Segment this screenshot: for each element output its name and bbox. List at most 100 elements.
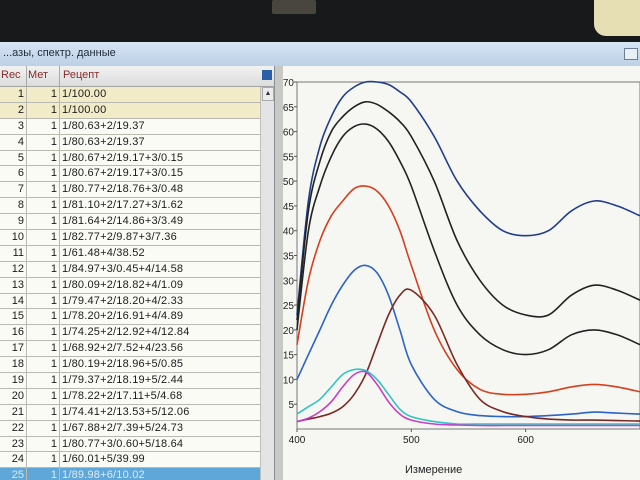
grid-rows: 1 1 1/100.00 2 1 1/100.00 3 1 1/80.63+2/19.37 4 1 1…: [0, 87, 260, 480]
cell-recipe: 1/61.48+4/38.52: [62, 246, 145, 259]
spectrum-chart: 5 10 15 20 25 30 35 40 45 50 55 60 65 70 400 500 600 Изм…: [283, 66, 640, 480]
cell-rec: 11: [12, 246, 24, 259]
cell-recipe: 1/79.37+2/18.19+5/2.44: [62, 374, 184, 387]
y-tick-label: 50: [283, 177, 294, 188]
y-tick-label: 60: [283, 128, 294, 139]
cell-rec: 24: [11, 453, 24, 466]
table-row[interactable]: 14 1 1/79.47+2/18.20+4/2.33: [0, 293, 260, 310]
grid-scrollbar[interactable]: ▲: [260, 87, 274, 480]
table-row[interactable]: 2 1 1/100.00: [0, 102, 260, 119]
cell-met: 1: [50, 389, 57, 402]
cell-rec: 6: [17, 167, 24, 180]
cell-recipe: 1/89.98+6/10.02: [62, 469, 145, 480]
table-row[interactable]: 15 1 1/78.20+2/16.91+4/4.89: [0, 309, 260, 326]
window-title: ...азы, спектр. данные: [3, 47, 116, 59]
table-row[interactable]: 22 1 1/67.88+2/7.39+5/24.73: [0, 420, 260, 437]
grid-header: Rec Мет Рецепт: [0, 66, 274, 87]
table-row[interactable]: 5 1 1/80.67+2/19.17+3/0.15: [0, 150, 260, 167]
table-row[interactable]: 24 1 1/60.01+5/39.99: [0, 452, 260, 469]
series-line-6: [296, 288, 640, 423]
table-row[interactable]: 7 1 1/80.77+2/18.76+3/0.48: [0, 182, 260, 199]
table-row[interactable]: 23 1 1/80.77+3/0.60+5/18.64: [0, 436, 260, 453]
cell-rec: 7: [17, 183, 24, 196]
column-header-recipe[interactable]: Рецепт: [63, 69, 99, 81]
x-tick-label: 600: [517, 435, 534, 446]
cell-met: 1: [50, 421, 57, 434]
monitor-bezel: [0, 0, 640, 42]
table-row[interactable]: 3 1 1/80.63+2/19.37: [0, 118, 260, 135]
cell-recipe: 1/68.92+2/7.52+4/23.56: [62, 342, 184, 355]
plot-area: [296, 81, 640, 430]
table-row[interactable]: 6 1 1/80.67+2/19.17+3/0.15: [0, 166, 260, 183]
y-tick-label: 70: [283, 78, 294, 89]
cell-met: 1: [50, 199, 57, 212]
table-row[interactable]: 16 1 1/74.25+2/12.92+4/12.84: [0, 325, 260, 342]
column-header-rec[interactable]: Rec: [1, 69, 25, 81]
y-tick-label: 55: [283, 152, 294, 163]
window-icon[interactable]: [624, 48, 638, 60]
table-row[interactable]: 13 1 1/80.09+2/18.82+4/1.09: [0, 277, 260, 294]
cell-met: 1: [50, 453, 57, 466]
cell-recipe: 1/67.88+2/7.39+5/24.73: [62, 421, 184, 434]
table-row[interactable]: 4 1 1/80.63+2/19.37: [0, 134, 260, 151]
cell-met: 1: [50, 151, 57, 164]
y-tick-label: 20: [283, 326, 294, 337]
cell-rec: 25: [11, 469, 24, 480]
cell-recipe: 1/74.41+2/13.53+5/12.06: [62, 405, 190, 418]
cell-recipe: 1/80.09+2/18.82+4/1.09: [62, 278, 184, 291]
y-tick-label: 45: [283, 202, 294, 213]
x-tick-label: 500: [403, 435, 420, 446]
cell-met: 1: [50, 215, 57, 228]
table-row[interactable]: 18 1 1/80.19+2/18.96+5/0.85: [0, 357, 260, 374]
y-tick-label: 40: [283, 227, 294, 238]
cell-met: 1: [50, 262, 57, 275]
cell-recipe: 1/78.20+2/16.91+4/4.89: [62, 310, 184, 323]
table-row[interactable]: 11 1 1/61.48+4/38.52: [0, 245, 260, 262]
series-line-8: [296, 370, 640, 427]
scroll-up-icon[interactable]: ▲: [262, 87, 274, 101]
table-row[interactable]: 17 1 1/68.92+2/7.52+4/23.56: [0, 341, 260, 358]
cell-recipe: 1/81.10+2/17.27+3/1.62: [62, 199, 184, 212]
cell-rec: 9: [17, 215, 24, 228]
cell-rec: 4: [17, 135, 24, 148]
cell-rec: 1: [17, 88, 24, 100]
column-header-met[interactable]: Мет: [28, 69, 58, 81]
cell-rec: 21: [11, 405, 24, 418]
y-tick-label: 65: [283, 103, 294, 114]
table-row[interactable]: 19 1 1/79.37+2/18.19+5/2.44: [0, 373, 260, 389]
y-tick-label: 25: [283, 301, 294, 312]
cell-met: 1: [50, 231, 57, 244]
series-line-3: [296, 123, 640, 356]
cell-met: 1: [50, 246, 57, 259]
cell-met: 1: [50, 437, 57, 450]
cell-recipe: 1/80.77+3/0.60+5/18.64: [62, 437, 184, 450]
table-row[interactable]: 21 1 1/74.41+2/13.53+5/12.06: [0, 404, 260, 421]
cell-recipe: 1/80.67+2/19.17+3/0.15: [62, 167, 184, 180]
cell-recipe: 1/79.47+2/18.20+4/2.33: [62, 294, 184, 307]
cell-recipe: 1/81.64+2/14.86+3/3.49: [62, 215, 184, 228]
grid-options-icon[interactable]: [262, 70, 272, 80]
cell-met: 1: [50, 103, 57, 116]
cell-rec: 16: [11, 326, 24, 339]
cell-recipe: 1/60.01+5/39.99: [62, 453, 145, 466]
table-row[interactable]: 20 1 1/78.22+2/17.11+5/4.68: [0, 388, 260, 405]
cell-met: 1: [50, 358, 57, 371]
series-line-1: [296, 80, 640, 316]
table-row[interactable]: 9 1 1/81.64+2/14.86+3/3.49: [0, 214, 260, 231]
table-row[interactable]: 1 1 1/100.00: [0, 87, 260, 103]
table-row[interactable]: 10 1 1/82.77+2/9.87+3/7.36: [0, 230, 260, 246]
cell-recipe: 1/78.22+2/17.11+5/4.68: [62, 389, 183, 402]
cell-recipe: 1/80.63+2/19.37: [62, 135, 145, 148]
chart-title: Измерение: [405, 464, 463, 476]
sticky-note: [594, 0, 640, 36]
recipe-grid: Rec Мет Рецепт 1 1 1/100.00 2 1 1/100.00 3 1 1/8…: [0, 66, 275, 480]
table-row[interactable]: 8 1 1/81.10+2/17.27+3/1.62: [0, 198, 260, 215]
series-line-7: [296, 368, 640, 426]
splitter[interactable]: [275, 66, 283, 480]
table-row[interactable]: 25 1 1/89.98+6/10.02: [0, 468, 260, 480]
table-row[interactable]: 12 1 1/84.97+3/0.45+4/14.58: [0, 261, 260, 278]
cell-rec: 22: [11, 421, 24, 434]
series-line-5: [296, 264, 640, 418]
cell-met: 1: [50, 405, 57, 418]
cell-recipe: 1/84.97+3/0.45+4/14.58: [62, 262, 184, 275]
